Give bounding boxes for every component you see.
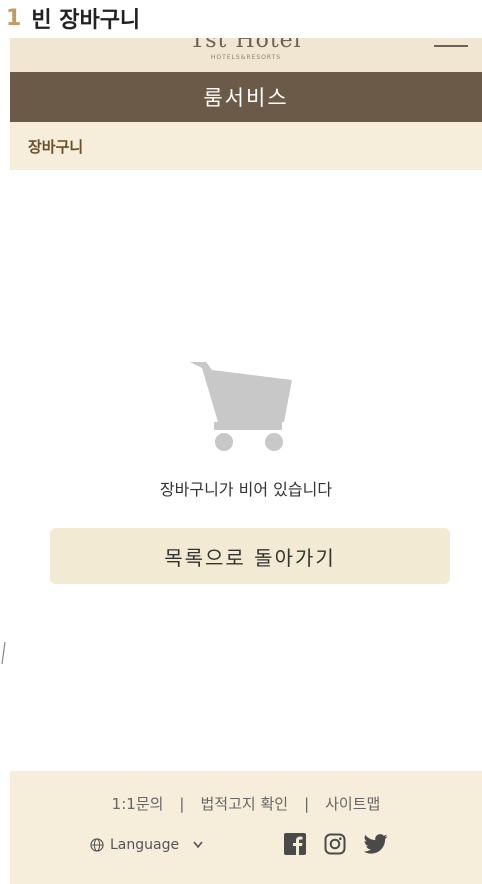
facebook-icon[interactable] [284, 833, 306, 855]
footer-separator: | [179, 794, 185, 813]
menu-icon[interactable] [434, 38, 468, 54]
instagram-icon[interactable] [324, 833, 346, 855]
mobile-screen: 1st Hotel HOTELS&RESORTS 룸서비스 장바구니 장바구니가… [10, 38, 482, 884]
back-to-list-button[interactable]: 목록으로 돌아가기 [50, 528, 450, 584]
footer-separator: | [304, 794, 310, 813]
social-links [284, 833, 388, 855]
site-logo-subtitle: HOTELS&RESORTS [210, 54, 282, 61]
cart-icon [190, 362, 292, 451]
site-header: 1st Hotel HOTELS&RESORTS [10, 38, 482, 72]
step-heading: 1 빈 장바구니 [6, 2, 140, 34]
footer-link-legal[interactable]: 법적고지 확인 [200, 793, 288, 814]
language-label: Language [110, 837, 180, 853]
step-title: 빈 장바구니 [31, 8, 141, 33]
language-selector[interactable]: Language [90, 837, 203, 853]
footer-links: 1:1문의 | 법적고지 확인 | 사이트맵 [10, 793, 482, 814]
page-title: 룸서비스 [10, 72, 482, 122]
edge-mark [1, 641, 6, 665]
empty-cart-message: 장바구니가 비어 있습니다 [159, 480, 333, 499]
site-footer: 1:1문의 | 법적고지 확인 | 사이트맵 Language [10, 771, 482, 884]
twitter-icon[interactable] [364, 834, 388, 854]
chevron-down-icon [193, 841, 203, 849]
breadcrumb: 장바구니 [10, 122, 482, 170]
footer-link-inquiry[interactable]: 1:1문의 [112, 793, 164, 814]
footer-link-sitemap[interactable]: 사이트맵 [325, 793, 380, 814]
step-number: 1 [6, 5, 22, 31]
globe-icon [90, 838, 104, 852]
site-logo[interactable]: 1st Hotel [10, 38, 482, 53]
